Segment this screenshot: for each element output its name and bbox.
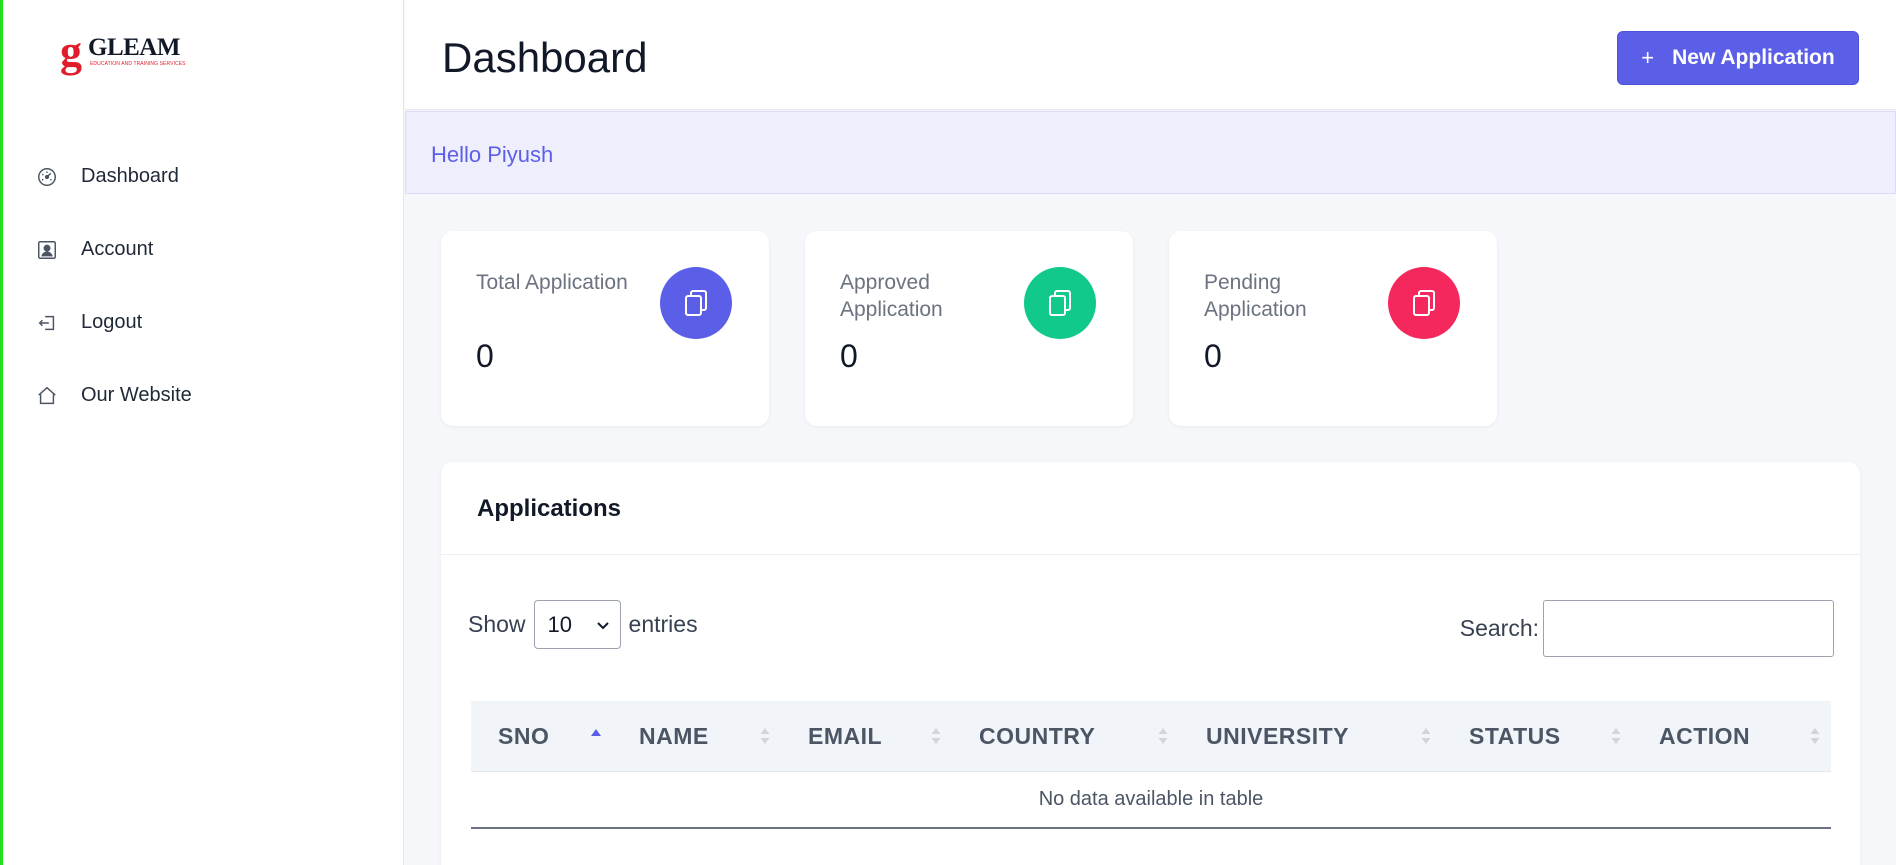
sidebar-item-label: Logout xyxy=(81,311,143,333)
sort-icon xyxy=(931,728,941,744)
column-header-label: EMAIL xyxy=(808,722,883,749)
search-input[interactable] xyxy=(1543,600,1834,657)
sidebar-item-label: Our Website xyxy=(81,384,192,406)
panel-title: Applications xyxy=(477,495,622,522)
stat-card-total: Total Application 0 xyxy=(441,231,769,426)
table-header-row: SNO NAME EMAIL COUNTRY UNIVERSITY STATUS… xyxy=(471,701,1831,772)
sidebar-item-dashboard[interactable]: Dashboard xyxy=(3,140,403,213)
column-header-label: UNIVERSITY xyxy=(1206,722,1350,749)
gleam-logo[interactable]: g GLEAM EDUCATION AND TRAINING SERVICES xyxy=(60,27,186,78)
stat-value: 0 xyxy=(476,338,494,374)
page-title: Dashboard xyxy=(442,34,648,81)
new-application-label: New Application xyxy=(1672,46,1835,69)
show-label: Show xyxy=(468,611,526,637)
sort-icon xyxy=(1158,728,1168,744)
sidebar-item-label: Account xyxy=(81,238,154,260)
column-header-university[interactable]: UNIVERSITY xyxy=(1179,701,1442,771)
column-header-action[interactable]: ACTION xyxy=(1632,701,1831,771)
stat-title: Approved Application xyxy=(840,271,943,321)
sort-icon xyxy=(1611,728,1621,744)
entries-label: entries xyxy=(628,611,698,637)
chevron-down-icon xyxy=(596,621,609,629)
copy-icon xyxy=(660,267,732,339)
empty-message: No data available in table xyxy=(1038,788,1264,810)
sort-icon xyxy=(1421,728,1431,744)
greeting-banner: Hello Piyush xyxy=(405,111,1896,194)
stat-title: Total Application xyxy=(476,271,628,294)
sidebar: g GLEAM EDUCATION AND TRAINING SERVICES … xyxy=(3,0,404,865)
new-application-button[interactable]: + New Application xyxy=(1617,31,1859,85)
column-header-email[interactable]: EMAIL xyxy=(781,701,952,771)
empty-table-row: No data available in table xyxy=(471,772,1831,829)
table-search: Search: xyxy=(1460,600,1834,657)
plus-icon: + xyxy=(1641,45,1655,70)
column-header-name[interactable]: NAME xyxy=(612,701,781,771)
sort-icon xyxy=(760,728,770,744)
sort-ascending-icon xyxy=(591,729,601,736)
logo-tagline: EDUCATION AND TRAINING SERVICES xyxy=(90,61,186,67)
column-header-label: NAME xyxy=(639,722,709,749)
entries-length-control: Show 10 entries xyxy=(468,600,698,649)
logo-letter: g xyxy=(60,27,82,76)
user-card-icon xyxy=(35,238,59,262)
window-edge xyxy=(0,0,3,865)
search-label: Search: xyxy=(1459,615,1539,641)
sidebar-item-logout[interactable]: Logout xyxy=(3,286,403,359)
sort-icon xyxy=(1810,728,1820,744)
column-header-label: COUNTRY xyxy=(979,722,1096,749)
stat-value: 0 xyxy=(840,338,858,374)
column-header-status[interactable]: STATUS xyxy=(1442,701,1632,771)
column-header-label: STATUS xyxy=(1469,722,1561,749)
sidebar-item-account[interactable]: Account xyxy=(3,213,403,286)
gauge-icon xyxy=(35,165,59,189)
home-icon xyxy=(35,384,59,408)
entries-select[interactable]: 10 xyxy=(533,600,621,649)
copy-icon xyxy=(1388,267,1460,339)
logout-icon xyxy=(35,311,59,335)
column-header-sno[interactable]: SNO xyxy=(471,701,612,771)
stat-card-approved: Approved Application 0 xyxy=(805,231,1133,426)
sidebar-nav: Dashboard Account Logout Our Website xyxy=(3,140,403,432)
stat-value: 0 xyxy=(1204,338,1222,374)
greeting-text: Hello Piyush xyxy=(431,142,554,167)
top-header: Dashboard + New Application xyxy=(405,0,1896,110)
sidebar-item-our-website[interactable]: Our Website xyxy=(3,359,403,432)
sidebar-item-label: Dashboard xyxy=(81,165,179,187)
applications-panel: Applications Show 10 entries Search: SNO… xyxy=(441,462,1860,865)
logo-word: GLEAM xyxy=(88,34,180,61)
column-header-country[interactable]: COUNTRY xyxy=(952,701,1179,771)
entries-select-value: 10 xyxy=(547,611,573,637)
stat-title: Pending Application xyxy=(1204,271,1307,321)
divider xyxy=(441,554,1860,555)
copy-icon xyxy=(1024,267,1096,339)
column-header-label: SNO xyxy=(498,722,550,749)
stat-card-pending: Pending Application 0 xyxy=(1169,231,1497,426)
column-header-label: ACTION xyxy=(1659,722,1751,749)
